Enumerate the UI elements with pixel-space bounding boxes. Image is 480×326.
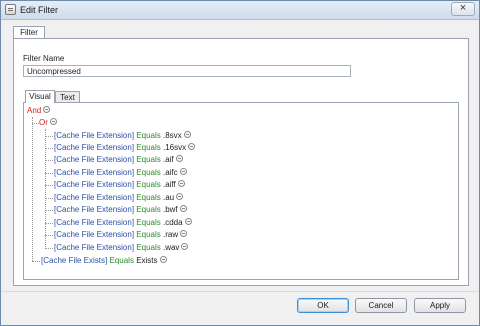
title-bar[interactable]: Edit Filter × bbox=[1, 1, 479, 20]
remove-icon[interactable] bbox=[179, 205, 187, 212]
tree-rule[interactable]: [Cache File Extension] Equals .bwf bbox=[54, 205, 187, 215]
tree-connector bbox=[45, 173, 53, 174]
remove-icon[interactable] bbox=[49, 118, 57, 125]
remove-icon[interactable] bbox=[181, 243, 189, 250]
tree-connector bbox=[32, 261, 40, 262]
rule-operator[interactable]: Equals bbox=[136, 180, 160, 189]
rule-operator[interactable]: Equals bbox=[136, 193, 160, 202]
remove-icon[interactable] bbox=[184, 218, 192, 225]
rule-field[interactable]: [Cache File Extension] bbox=[54, 193, 134, 202]
tree-connector bbox=[32, 123, 39, 124]
window-title: Edit Filter bbox=[20, 5, 59, 15]
remove-icon[interactable] bbox=[179, 168, 187, 175]
cancel-button[interactable]: Cancel bbox=[355, 298, 407, 313]
rule-operator[interactable]: Equals bbox=[136, 243, 160, 252]
filter-tree: And Or [Cache File Extension] Equals .8s… bbox=[23, 102, 459, 280]
rule-field[interactable]: [Cache File Extension] bbox=[54, 205, 134, 214]
tree-connector bbox=[45, 223, 53, 224]
ok-button[interactable]: OK bbox=[297, 298, 349, 313]
operator-or[interactable]: Or bbox=[39, 118, 48, 127]
rule-operator[interactable]: Equals bbox=[136, 168, 160, 177]
rule-value[interactable]: .16svx bbox=[163, 143, 186, 152]
rule-field[interactable]: [Cache File Extension] bbox=[54, 243, 134, 252]
tree-connector bbox=[45, 160, 53, 161]
remove-icon[interactable] bbox=[188, 143, 196, 150]
rule-field[interactable]: [Cache File Extension] bbox=[54, 143, 134, 152]
rule-operator[interactable]: Equals bbox=[136, 218, 160, 227]
tree-node-and[interactable]: And bbox=[27, 106, 51, 116]
tree-rule[interactable]: [Cache File Extension] Equals .aif bbox=[54, 155, 183, 165]
rule-field[interactable]: [Cache File Extension] bbox=[54, 230, 134, 239]
rule-value[interactable]: .aiff bbox=[163, 180, 176, 189]
apply-button[interactable]: Apply bbox=[414, 298, 466, 313]
rule-value[interactable]: .cdda bbox=[163, 218, 183, 227]
tree-connector bbox=[45, 136, 53, 137]
operator-and[interactable]: And bbox=[27, 106, 41, 115]
tree-connector bbox=[45, 248, 53, 249]
tree-connector bbox=[45, 129, 46, 249]
rule-field[interactable]: [Cache File Extension] bbox=[54, 131, 134, 140]
rule-operator[interactable]: Equals bbox=[109, 256, 133, 265]
rule-field[interactable]: [Cache File Extension] bbox=[54, 218, 134, 227]
remove-icon[interactable] bbox=[183, 131, 191, 138]
tree-rule[interactable]: [Cache File Extension] Equals .au bbox=[54, 193, 184, 203]
rule-operator[interactable]: Equals bbox=[136, 205, 160, 214]
tree-rule-exists[interactable]: [Cache File Exists] Equals Exists bbox=[41, 256, 167, 266]
rule-value[interactable]: .aifc bbox=[163, 168, 178, 177]
rule-value[interactable]: .8svx bbox=[163, 131, 182, 140]
rule-field[interactable]: [Cache File Extension] bbox=[54, 180, 134, 189]
tree-rule[interactable]: [Cache File Extension] Equals .aiff bbox=[54, 180, 185, 190]
tree-rule[interactable]: [Cache File Extension] Equals .16svx bbox=[54, 143, 196, 153]
rule-operator[interactable]: Equals bbox=[136, 143, 160, 152]
rule-value[interactable]: .aif bbox=[163, 155, 174, 164]
rule-operator[interactable]: Equals bbox=[136, 131, 160, 140]
tree-connector bbox=[32, 117, 33, 261]
tree-connector bbox=[45, 148, 53, 149]
footer-divider bbox=[1, 291, 479, 292]
tab-visual[interactable]: Visual bbox=[25, 90, 55, 103]
rule-field[interactable]: [Cache File Extension] bbox=[54, 155, 134, 164]
rule-operator[interactable]: Equals bbox=[136, 155, 160, 164]
tree-rule[interactable]: [Cache File Extension] Equals .cdda bbox=[54, 218, 192, 228]
filter-panel: Filter Name Visual Text And Or bbox=[13, 38, 469, 286]
remove-icon[interactable] bbox=[177, 180, 185, 187]
filter-name-label: Filter Name bbox=[23, 54, 65, 63]
rule-value[interactable]: .au bbox=[163, 193, 174, 202]
tree-rule[interactable]: [Cache File Extension] Equals .raw bbox=[54, 230, 188, 240]
tree-rule[interactable]: [Cache File Extension] Equals .8svx bbox=[54, 131, 191, 141]
rule-operator[interactable]: Equals bbox=[136, 230, 160, 239]
close-icon[interactable]: × bbox=[451, 2, 475, 16]
remove-icon[interactable] bbox=[176, 193, 184, 200]
rule-value[interactable]: .bwf bbox=[163, 205, 178, 214]
tree-rule[interactable]: [Cache File Extension] Equals .aifc bbox=[54, 168, 187, 178]
rule-value[interactable]: .wav bbox=[163, 243, 179, 252]
remove-icon[interactable] bbox=[43, 106, 51, 113]
rule-field[interactable]: [Cache File Exists] bbox=[41, 256, 107, 265]
tree-rule[interactable]: [Cache File Extension] Equals .wav bbox=[54, 243, 189, 253]
window-icon bbox=[5, 4, 16, 15]
edit-filter-dialog: Edit Filter × Filter Filter Name Visual … bbox=[0, 0, 480, 326]
tree-node-or[interactable]: Or bbox=[39, 118, 57, 128]
tree-connector bbox=[45, 198, 53, 199]
tree-connector bbox=[45, 235, 53, 236]
tree-connector bbox=[45, 185, 53, 186]
filter-name-input[interactable] bbox=[23, 65, 351, 77]
rule-value[interactable]: Exists bbox=[136, 256, 157, 265]
remove-icon[interactable] bbox=[159, 256, 167, 263]
rule-value[interactable]: .raw bbox=[163, 230, 178, 239]
remove-icon[interactable] bbox=[180, 230, 188, 237]
tree-connector bbox=[45, 210, 53, 211]
rule-field[interactable]: [Cache File Extension] bbox=[54, 168, 134, 177]
remove-icon[interactable] bbox=[175, 155, 183, 162]
